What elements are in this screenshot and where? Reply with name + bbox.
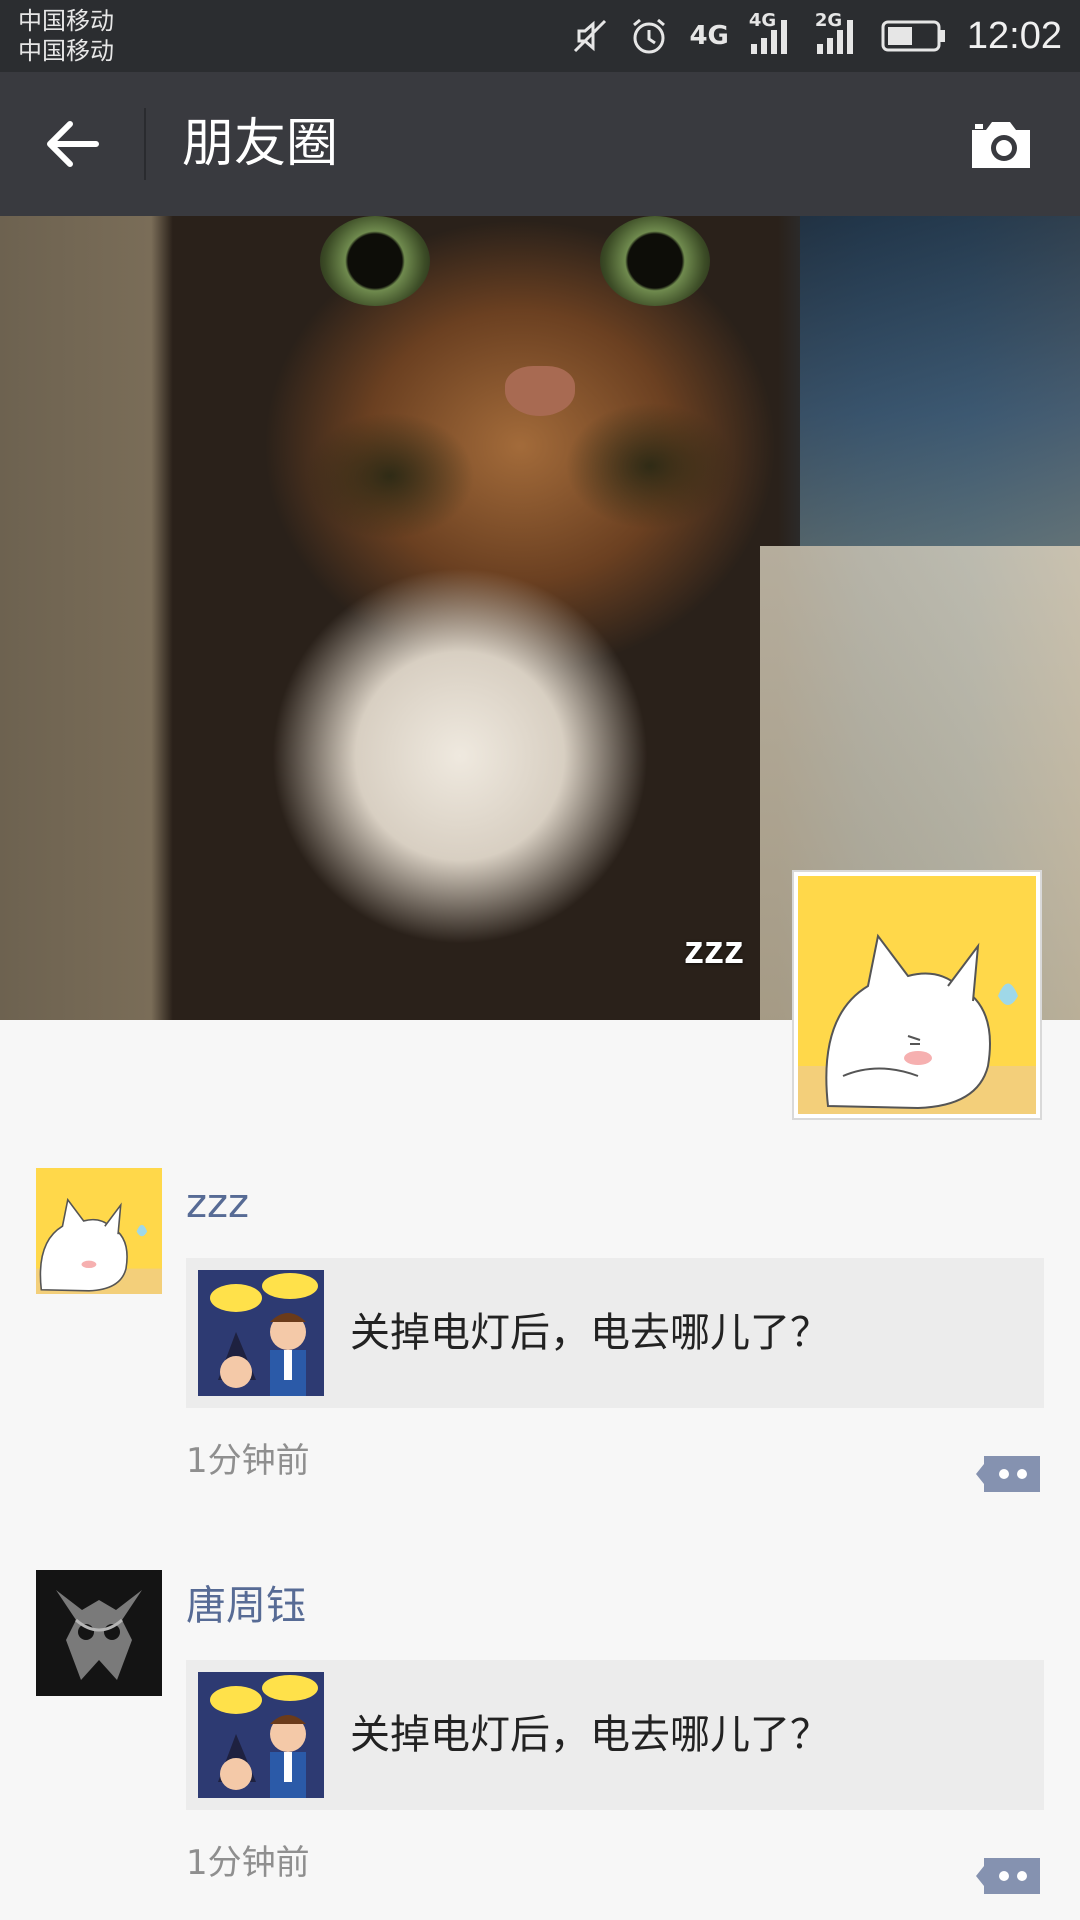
comment-icon[interactable] [974,1452,1044,1496]
nav-bar: 朋友圈 [0,72,1080,216]
shared-link-card[interactable]: 关掉电灯后，电去哪儿了？ [186,1660,1044,1810]
alarm-icon [633,18,666,54]
shared-link-title: 关掉电灯后，电去哪儿了？ [350,1712,830,1758]
mute-icon [574,19,607,53]
cover-user-name: zzz [684,928,744,972]
post-timestamp: 1分钟前 [186,1441,310,1481]
cover-cat-eye-left [320,216,430,306]
cat-cartoon-icon [798,876,1036,1114]
status-icons: 4G 4G 2G 12:02 [571,0,1062,72]
camera-icon[interactable] [966,116,1036,172]
battery-icon [881,20,945,52]
network-type-2: 4G [748,10,777,31]
network-type-3: 2G [814,10,843,31]
shared-link-card[interactable]: 关掉电灯后，电去哪儿了？ [186,1258,1044,1408]
signal-3: 2G [815,10,861,56]
cover-cat-eye-right [600,216,710,306]
cover-avatar[interactable] [792,870,1042,1120]
cartoon-thumbnail-icon [198,1270,324,1396]
dark-avatar-image [36,1570,162,1696]
post-timestamp: 1分钟前 [186,1843,310,1883]
back-arrow-icon[interactable] [40,112,104,176]
carrier-2: 中国移动 [18,37,114,65]
feed-item: 唐周钰 关掉电灯后，电去哪儿了？ 1分钟前 [0,1570,1080,1910]
comment-icon[interactable] [974,1854,1044,1898]
poster-name[interactable]: 唐周钰 [186,1578,306,1634]
status-bar: 中国移动 中国移动 4G 4G 2G 12:02 [0,0,1080,72]
signal-1: 4G [689,21,728,51]
skull-art-icon [36,1570,162,1696]
clock: 12:02 [966,14,1062,57]
cat-cartoon-icon [36,1168,162,1294]
cover-window [800,216,1080,546]
shared-link-title: 关掉电灯后，电去哪儿了？ [350,1310,830,1356]
avatar-cat-art [798,876,1036,1114]
nav-divider [144,108,146,180]
feed-item: zzz 关掉电灯后，电去哪儿了？ 1分钟前 [0,1168,1080,1508]
page-title: 朋友圈 [182,114,339,174]
cover-cat-nose [505,366,575,416]
signal-2: 4G [749,10,795,56]
avatar[interactable] [36,1570,162,1696]
poster-name[interactable]: zzz [186,1176,249,1232]
shared-link-thumbnail [198,1270,324,1396]
avatar[interactable] [36,1168,162,1294]
cartoon-thumbnail-icon [198,1672,324,1798]
carrier-1: 中国移动 [18,7,114,35]
shared-link-thumbnail [198,1672,324,1798]
network-type-1: 4G [689,21,729,51]
carrier-labels: 中国移动 中国移动 [18,6,114,66]
moments-screen: 中国移动 中国移动 4G 4G 2G 12:02 朋友圈 zzz zzz 关掉电… [0,0,1080,1920]
